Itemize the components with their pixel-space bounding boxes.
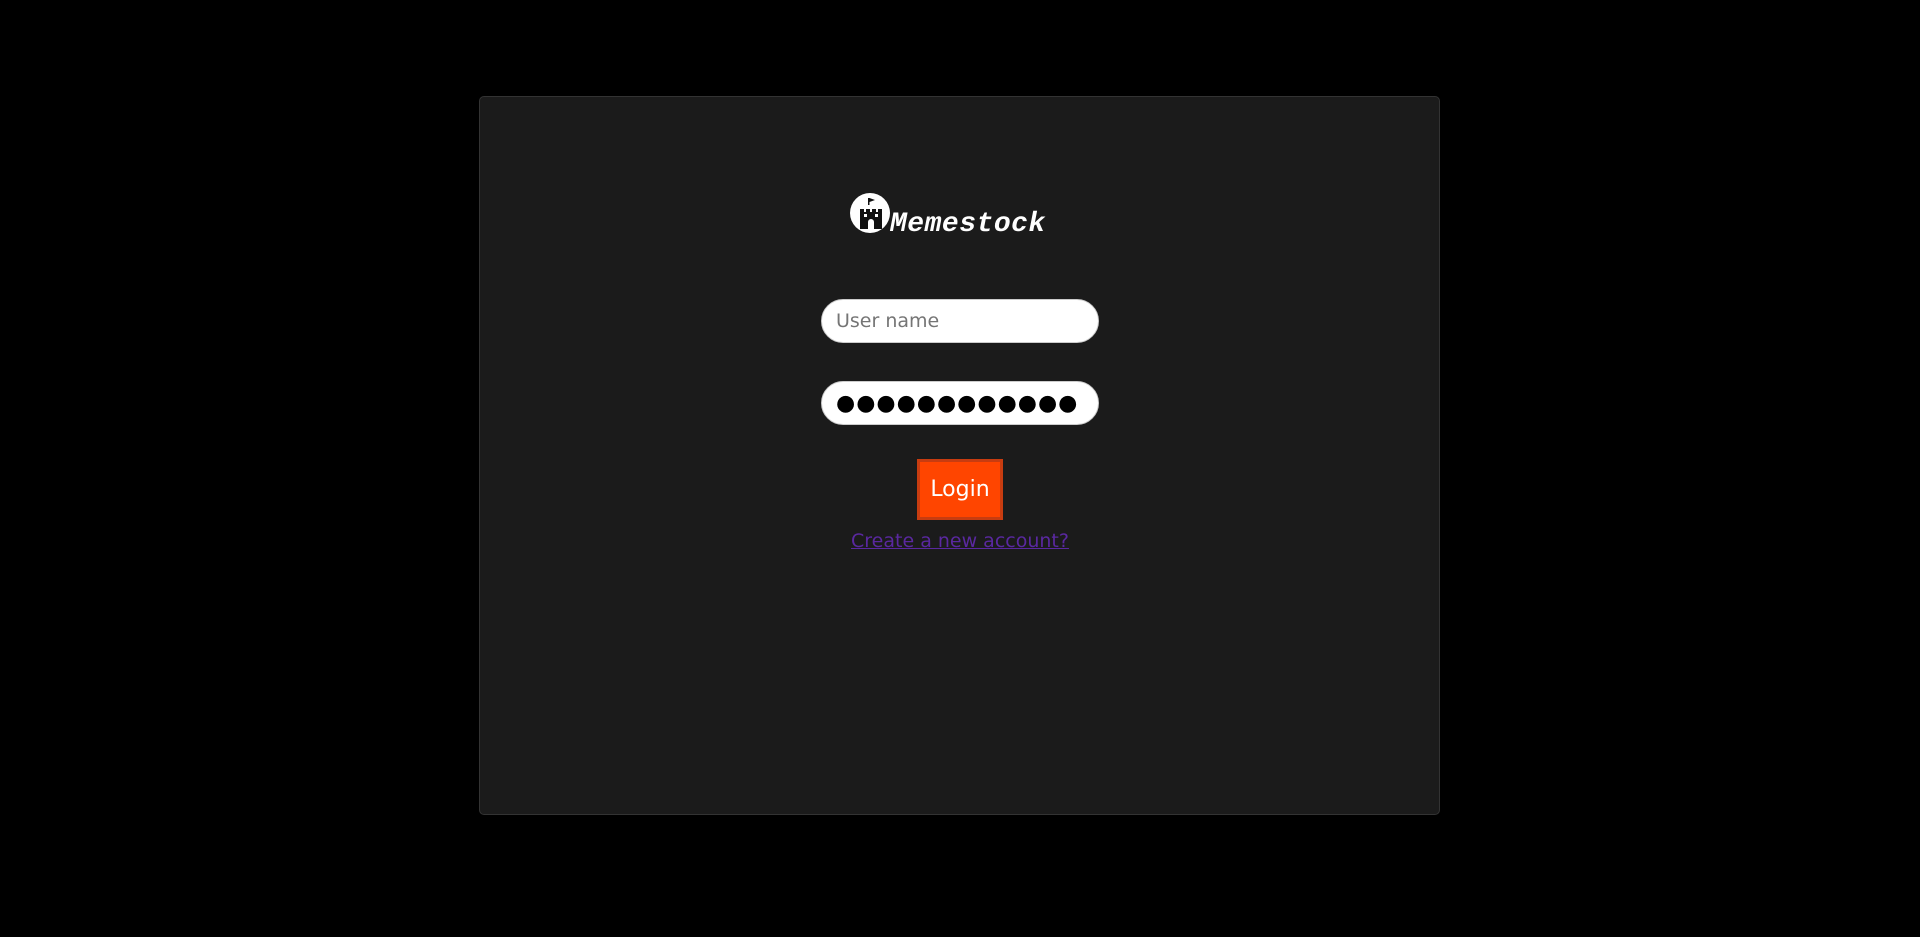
- castle-icon: [850, 193, 890, 233]
- app-title: Memestock: [890, 209, 1046, 240]
- create-account-link[interactable]: Create a new account?: [851, 530, 1069, 552]
- create-account-link-row: Create a new account?: [0, 530, 1920, 552]
- password-input[interactable]: [821, 381, 1099, 425]
- username-input[interactable]: [821, 299, 1099, 343]
- login-button[interactable]: Login: [917, 459, 1003, 520]
- app-logo: Memestock: [850, 193, 1046, 241]
